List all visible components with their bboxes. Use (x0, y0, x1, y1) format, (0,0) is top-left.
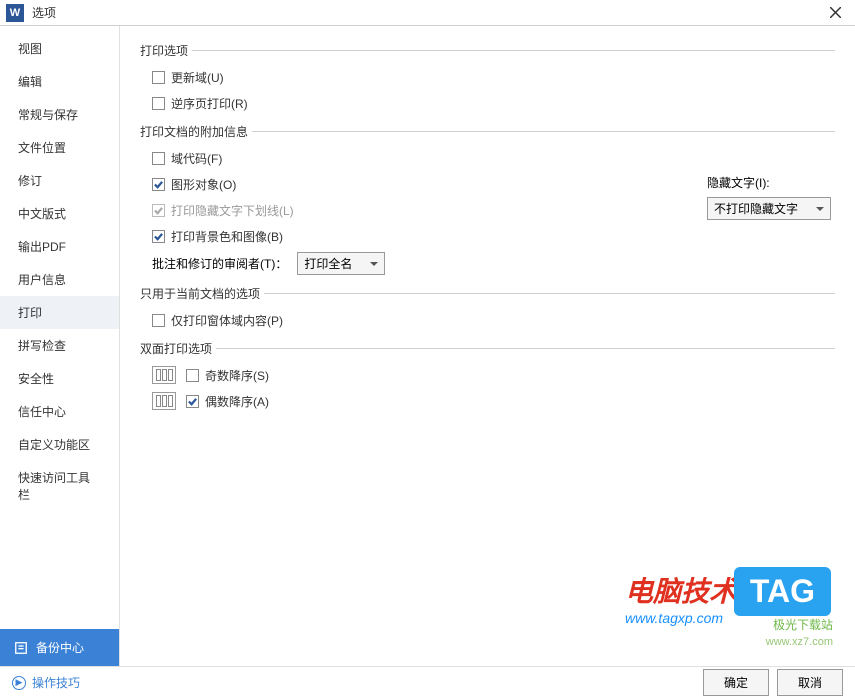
footer: ▶ 操作技巧 确定 取消 (0, 666, 855, 698)
group-title-current-doc: 只用于当前文档的选项 (140, 285, 260, 302)
app-icon: W (6, 4, 24, 22)
label-reviewer: 批注和修订的审阅者(T)： (152, 255, 287, 272)
sidebar-item-security[interactable]: 安全性 (0, 362, 119, 395)
help-icon: ▶ (12, 676, 26, 690)
even-pages-icon (152, 392, 176, 410)
select-hidden-text[interactable]: 不打印隐藏文字 (707, 197, 831, 220)
label-reverse-print: 逆序页打印(R) (171, 95, 248, 112)
backup-center-button[interactable]: 备份中心 (0, 629, 119, 666)
group-title-print: 打印选项 (140, 42, 188, 59)
group-current-doc: 只用于当前文档的选项 仅打印窗体域内容(P) (140, 285, 835, 330)
sidebar-item-edit[interactable]: 编辑 (0, 65, 119, 98)
content-panel: 打印选项 更新域(U) 逆序页打印(R) 打印文档的附加信息 (120, 26, 855, 666)
watermark-jg: 极光下载站 www.xz7.com (766, 616, 833, 648)
label-graphics: 图形对象(O) (171, 176, 236, 193)
help-link[interactable]: 操作技巧 (32, 674, 80, 691)
checkbox-reverse-print[interactable] (152, 97, 165, 110)
odd-pages-icon (152, 366, 176, 384)
label-hidden-underline: 打印隐藏文字下划线(L) (171, 202, 294, 219)
select-hidden-text-value: 不打印隐藏文字 (714, 200, 798, 217)
backup-center-label: 备份中心 (36, 639, 84, 656)
label-odd-desc: 奇数降序(S) (205, 367, 269, 384)
close-button[interactable] (815, 0, 855, 26)
checkbox-odd-desc[interactable] (186, 369, 199, 382)
label-update-fields: 更新域(U) (171, 69, 224, 86)
checkbox-field-codes[interactable] (152, 152, 165, 165)
select-reviewer-value: 打印全名 (304, 255, 352, 272)
sidebar: 视图 编辑 常规与保存 文件位置 修订 中文版式 输出PDF 用户信息 打印 拼… (0, 26, 120, 666)
sidebar-item-quick-access[interactable]: 快速访问工具栏 (0, 461, 119, 511)
watermark-tag: TAG (734, 567, 831, 616)
sidebar-item-spell-check[interactable]: 拼写检查 (0, 329, 119, 362)
backup-icon (14, 641, 28, 655)
sidebar-item-view[interactable]: 视图 (0, 32, 119, 65)
group-additional-info: 打印文档的附加信息 域代码(F) 图形对象(O) 打印隐藏文字下划线(L) (140, 123, 835, 275)
label-background: 打印背景色和图像(B) (171, 228, 283, 245)
checkbox-background[interactable] (152, 230, 165, 243)
checkbox-even-desc[interactable] (186, 395, 199, 408)
select-reviewer[interactable]: 打印全名 (297, 252, 385, 275)
chevron-down-icon (370, 262, 378, 266)
sidebar-item-file-location[interactable]: 文件位置 (0, 131, 119, 164)
group-title-duplex: 双面打印选项 (140, 340, 212, 357)
chevron-down-icon (816, 207, 824, 211)
checkbox-form-only[interactable] (152, 314, 165, 327)
label-hidden-text: 隐藏文字(I): (707, 174, 831, 191)
group-duplex: 双面打印选项 奇数降序(S) 偶数降序(A) (140, 340, 835, 411)
label-field-codes: 域代码(F) (171, 150, 222, 167)
window-title: 选项 (32, 4, 56, 21)
sidebar-item-customize-ribbon[interactable]: 自定义功能区 (0, 428, 119, 461)
label-even-desc: 偶数降序(A) (205, 393, 269, 410)
sidebar-item-trust-center[interactable]: 信任中心 (0, 395, 119, 428)
checkbox-update-fields[interactable] (152, 71, 165, 84)
sidebar-item-user-info[interactable]: 用户信息 (0, 263, 119, 296)
cancel-button[interactable]: 取消 (777, 669, 843, 696)
sidebar-item-print[interactable]: 打印 (0, 296, 119, 329)
group-print-options: 打印选项 更新域(U) 逆序页打印(R) (140, 42, 835, 113)
checkbox-hidden-underline (152, 204, 165, 217)
titlebar: W 选项 (0, 0, 855, 26)
ok-button[interactable]: 确定 (703, 669, 769, 696)
sidebar-item-output-pdf[interactable]: 输出PDF (0, 230, 119, 263)
watermark: 电脑技术网 www.tagxp.com (625, 570, 765, 626)
group-title-additional: 打印文档的附加信息 (140, 123, 248, 140)
label-form-only: 仅打印窗体域内容(P) (171, 312, 283, 329)
sidebar-item-general-save[interactable]: 常规与保存 (0, 98, 119, 131)
checkbox-graphics[interactable] (152, 178, 165, 191)
sidebar-item-revision[interactable]: 修订 (0, 164, 119, 197)
sidebar-item-chinese-layout[interactable]: 中文版式 (0, 197, 119, 230)
